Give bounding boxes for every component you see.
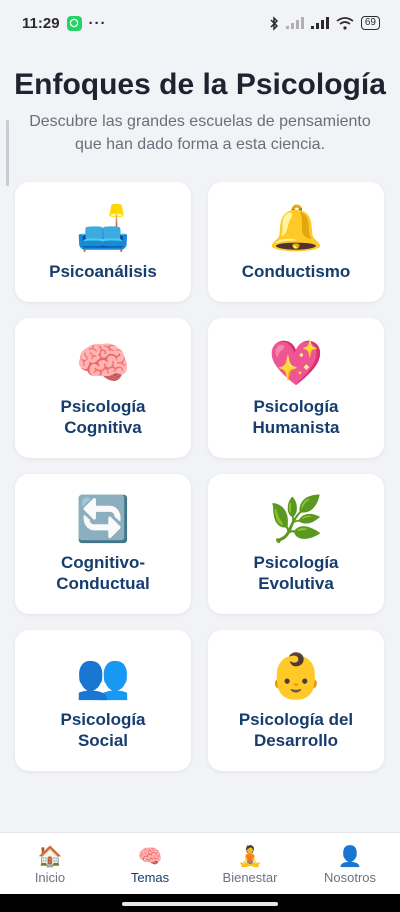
card-label: Psicología del Desarrollo: [238, 709, 354, 750]
page-subtitle: Descubre las grandes escuelas de pensami…: [29, 113, 371, 153]
whatsapp-icon: [66, 15, 82, 31]
home-gesture-bar[interactable]: [122, 902, 278, 906]
cycle-arrows-icon: 🔄: [75, 494, 131, 545]
signal-icon: [310, 17, 329, 29]
card-label: Cognitivo- Conductual: [56, 553, 150, 593]
nav-item-bienestar[interactable]: 🧘 Bienestar: [205, 844, 295, 885]
status-right: 69: [269, 15, 380, 31]
signal-weak-icon: [285, 17, 304, 29]
status-bar: 11:29 ··· 69: [0, 0, 400, 46]
bottom-nav: 🏠 Inicio 🧠 Temas 🧘 Bienestar 👤 Nosotros: [0, 832, 400, 895]
card-conductismo[interactable]: 🔔 Conductismo: [208, 182, 384, 302]
scroll-indicator[interactable]: [6, 120, 9, 186]
nav-label: Inicio: [34, 869, 66, 885]
card-label: Psicología Social: [60, 709, 146, 750]
brain-icon: 🧠: [75, 338, 131, 389]
card-label: Psicología Evolutiva: [253, 553, 339, 593]
battery-icon: 69: [360, 16, 380, 30]
baby-icon: 👶: [268, 650, 324, 702]
meditation-icon: 🧘: [237, 843, 263, 868]
page-title: Enfoques de la Psicología: [14, 68, 386, 101]
card-label: Psicoanálisis: [49, 261, 157, 281]
home-icon: 🏠: [37, 843, 63, 868]
people-icon: 👥: [75, 650, 131, 702]
nav-label: Bienestar: [222, 869, 278, 885]
card-psicologia-cognitiva[interactable]: 🧠 Psicología Cognitiva: [15, 318, 191, 458]
nav-label: Nosotros: [323, 869, 377, 885]
card-psicologia-evolutiva[interactable]: 🌿 Psicología Evolutiva: [208, 474, 384, 614]
herb-icon: 🌿: [268, 494, 324, 545]
user-icon: 👤: [337, 843, 363, 868]
nav-item-nosotros[interactable]: 👤 Nosotros: [305, 844, 395, 885]
nav-item-temas[interactable]: 🧠 Temas: [105, 844, 195, 885]
card-cognitivo-conductual[interactable]: 🔄 Cognitivo- Conductual: [15, 474, 191, 614]
card-label: Psicología Cognitiva: [60, 397, 146, 437]
status-left: 11:29 ···: [22, 15, 107, 32]
card-label: Psicología Humanista: [252, 397, 340, 437]
nav-item-inicio[interactable]: 🏠 Inicio: [5, 844, 95, 885]
bell-icon: 🔔: [268, 202, 324, 254]
status-time: 11:29: [22, 14, 60, 32]
card-label: Conductismo: [241, 261, 351, 281]
couch-lamp-icon: 🛋️: [75, 202, 131, 254]
card-psicologia-del-desarrollo[interactable]: 👶 Psicología del Desarrollo: [208, 630, 384, 771]
wifi-icon: [336, 16, 354, 30]
sparkling-heart-icon: 💖: [268, 338, 324, 389]
card-psicoanalisis[interactable]: 🛋️ Psicoanálisis: [15, 182, 191, 302]
brain-icon: 🧠: [137, 843, 163, 868]
more-notifications-icon: ···: [88, 14, 107, 32]
card-psicologia-humanista[interactable]: 💖 Psicología Humanista: [208, 318, 384, 458]
card-psicologia-social[interactable]: 👥 Psicología Social: [15, 630, 191, 771]
nav-label: Temas: [130, 869, 170, 885]
bluetooth-icon: [270, 15, 278, 31]
